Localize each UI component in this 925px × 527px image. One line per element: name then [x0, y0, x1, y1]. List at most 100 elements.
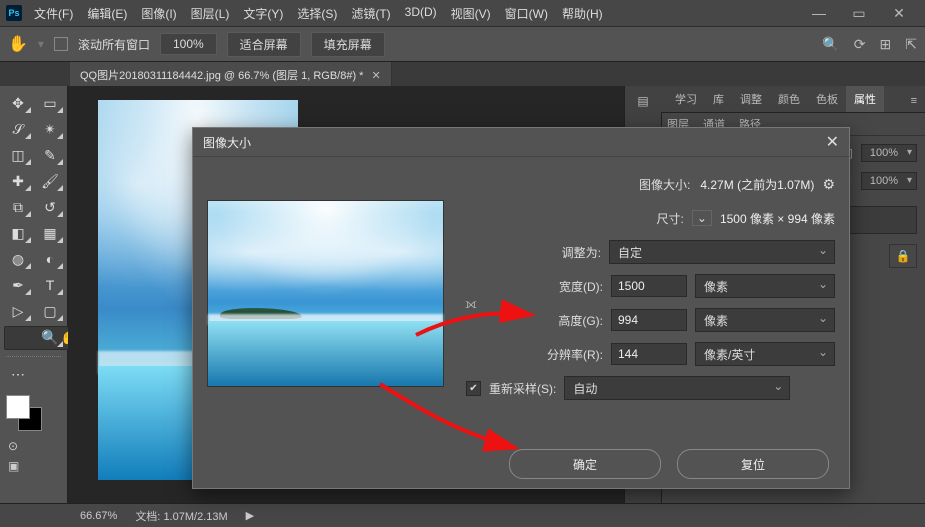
zoom-100-button[interactable]: 100%: [160, 33, 217, 55]
move-tool-icon[interactable]: ✥: [4, 92, 32, 114]
stamp-tool-icon[interactable]: ⧉: [4, 196, 32, 218]
close-tab-icon[interactable]: ✕: [371, 69, 380, 82]
quickmask-icon[interactable]: ⊙: [8, 439, 63, 453]
foreground-color-swatch[interactable]: [6, 395, 30, 419]
document-tab[interactable]: QQ图片20180311184442.jpg @ 66.7% (图层 1, RG…: [70, 62, 392, 88]
toolbox: ✥ ▭ 𝒮 ✴ ◫ ✎ ✚ 🖌 ⧉ ↺ ◧ ▦ ◍ ◐ ✒ T ▷ ▢ ✋ 🔍 …: [0, 86, 68, 504]
window-minimize-button[interactable]: —: [805, 5, 833, 22]
share-icon[interactable]: ⇱: [905, 36, 917, 53]
gear-icon[interactable]: ⚙: [822, 176, 835, 193]
fill-screen-button[interactable]: 填充屏幕: [311, 32, 385, 57]
tab-swatch[interactable]: 色板: [808, 86, 846, 112]
link-constrain-icon[interactable]: ⟗: [462, 274, 480, 332]
document-tab-title: QQ图片20180311184442.jpg @ 66.7% (图层 1, RG…: [80, 67, 363, 83]
fit-to-select[interactable]: 自定: [609, 240, 835, 264]
reset-button[interactable]: 复位: [677, 449, 829, 479]
menu-help[interactable]: 帮助(H): [562, 5, 603, 22]
screenmode-icon[interactable]: ▣: [8, 459, 63, 473]
marquee-tool-icon[interactable]: ▭: [36, 92, 64, 114]
history-brush-tool-icon[interactable]: ↺: [36, 196, 64, 218]
zoom-tool-icon[interactable]: 🔍: [36, 326, 64, 348]
color-swatches[interactable]: [4, 393, 44, 429]
dimensions-dropdown-icon[interactable]: ⌄: [692, 210, 712, 226]
width-unit-select[interactable]: 像素: [695, 274, 835, 298]
image-size-prev: (之前为1.07M): [737, 178, 814, 192]
scroll-all-label: 滚动所有窗口: [78, 36, 150, 53]
options-bar: ✋ ▾ 滚动所有窗口 100% 适合屏幕 填充屏幕 🔍 ⟳ ⊞ ⇱: [0, 26, 925, 62]
resolution-unit-select[interactable]: 像素/英寸: [695, 342, 835, 366]
blur-tool-icon[interactable]: ◍: [4, 248, 32, 270]
tab-color[interactable]: 颜色: [770, 86, 808, 112]
dialog-title: 图像大小: [203, 134, 251, 151]
menu-view[interactable]: 视图(V): [451, 5, 491, 22]
status-doc-value: 1.07M/2.13M: [163, 511, 227, 523]
menu-type[interactable]: 文字(Y): [243, 5, 283, 22]
lock-icon[interactable]: 🔒: [889, 244, 917, 268]
hand-tool-icon: ✋: [8, 34, 28, 54]
dialog-close-icon[interactable]: ✕: [826, 132, 839, 152]
eyedropper-tool-icon[interactable]: ✎: [36, 144, 64, 166]
eraser-tool-icon[interactable]: ◧: [4, 222, 32, 244]
height-unit-select[interactable]: 像素: [695, 308, 835, 332]
ok-button[interactable]: 确定: [509, 449, 661, 479]
status-zoom[interactable]: 66.67%: [80, 510, 117, 522]
tab-library[interactable]: 库: [705, 86, 732, 112]
menu-image[interactable]: 图像(I): [141, 5, 176, 22]
dimensions-value: 1500 像素 × 994 像素: [720, 210, 835, 227]
panel-tabs: 学习 库 调整 颜色 色板 属性 ≡: [661, 86, 925, 113]
menu-3d[interactable]: 3D(D): [405, 5, 437, 22]
width-input[interactable]: [611, 275, 687, 297]
tab-properties[interactable]: 属性: [846, 86, 884, 112]
height-input[interactable]: [611, 309, 687, 331]
grid-view-icon[interactable]: ⊞: [880, 36, 892, 53]
status-bar: 66.67% 文档: 1.07M/2.13M ▶: [0, 503, 925, 527]
menubar: 文件(F) 编辑(E) 图像(I) 图层(L) 文字(Y) 选择(S) 滤镜(T…: [34, 5, 805, 22]
document-tab-bar: QQ图片20180311184442.jpg @ 66.7% (图层 1, RG…: [0, 62, 925, 89]
resample-select[interactable]: 自动: [564, 376, 790, 400]
dialog-preview-image: [207, 200, 444, 387]
path-select-tool-icon[interactable]: ▷: [4, 300, 32, 322]
dialog-titlebar[interactable]: 图像大小 ✕: [193, 128, 849, 157]
crop-tool-icon[interactable]: ◫: [4, 144, 32, 166]
healing-tool-icon[interactable]: ✚: [4, 170, 32, 192]
panel-icon-1[interactable]: ▤: [637, 94, 648, 108]
panel-menu-icon[interactable]: ≡: [903, 90, 925, 112]
panel-opacity-select[interactable]: 100%: [861, 144, 917, 162]
shape-tool-icon[interactable]: ▢: [36, 300, 64, 322]
gradient-tool-icon[interactable]: ▦: [36, 222, 64, 244]
search-icon[interactable]: 🔍: [822, 36, 839, 53]
scroll-all-checkbox[interactable]: [54, 37, 68, 51]
pen-tool-icon[interactable]: ✒: [4, 274, 32, 296]
menu-edit[interactable]: 编辑(E): [87, 5, 127, 22]
menu-select[interactable]: 选择(S): [297, 5, 337, 22]
app-titlebar: Ps 文件(F) 编辑(E) 图像(I) 图层(L) 文字(Y) 选择(S) 滤…: [0, 0, 925, 26]
dodge-tool-icon[interactable]: ◐: [36, 248, 64, 270]
menu-filter[interactable]: 滤镜(T): [351, 5, 390, 22]
menu-layer[interactable]: 图层(L): [191, 5, 230, 22]
resample-checkbox[interactable]: ✔: [466, 381, 481, 396]
menu-file[interactable]: 文件(F): [34, 5, 73, 22]
brush-tool-icon[interactable]: 🖌: [36, 170, 64, 192]
panel-fill-select[interactable]: 100%: [861, 172, 917, 190]
app-logo: Ps: [6, 5, 22, 21]
fit-screen-button[interactable]: 适合屏幕: [227, 32, 301, 57]
window-close-button[interactable]: ✕: [885, 5, 913, 22]
dialog-footer: 确定 复位: [193, 440, 849, 488]
history-icon[interactable]: ⟳: [854, 36, 866, 53]
quick-select-tool-icon[interactable]: ✴: [36, 118, 64, 140]
status-chevron-icon[interactable]: ▶: [246, 509, 254, 522]
tab-adjust[interactable]: 调整: [732, 86, 770, 112]
lasso-tool-icon[interactable]: 𝒮: [4, 118, 32, 140]
image-size-label: 图像大小:: [639, 178, 690, 192]
menu-window[interactable]: 窗口(W): [505, 5, 548, 22]
tab-learn[interactable]: 学习: [667, 86, 705, 112]
dialog-form: 图像大小: 4.27M (之前为1.07M) ⚙ 尺寸: ⌄ 1500 像素 ×…: [462, 170, 835, 426]
width-label: 宽度(D):: [559, 278, 603, 295]
edit-toolbar-icon[interactable]: ⋯: [4, 363, 32, 385]
resample-label: 重新采样(S):: [489, 380, 556, 397]
resolution-input[interactable]: [611, 343, 687, 365]
window-controls: — ▭ ✕: [805, 5, 919, 22]
type-tool-icon[interactable]: T: [36, 274, 64, 296]
height-label: 高度(G):: [558, 312, 603, 329]
window-maximize-button[interactable]: ▭: [845, 5, 873, 22]
